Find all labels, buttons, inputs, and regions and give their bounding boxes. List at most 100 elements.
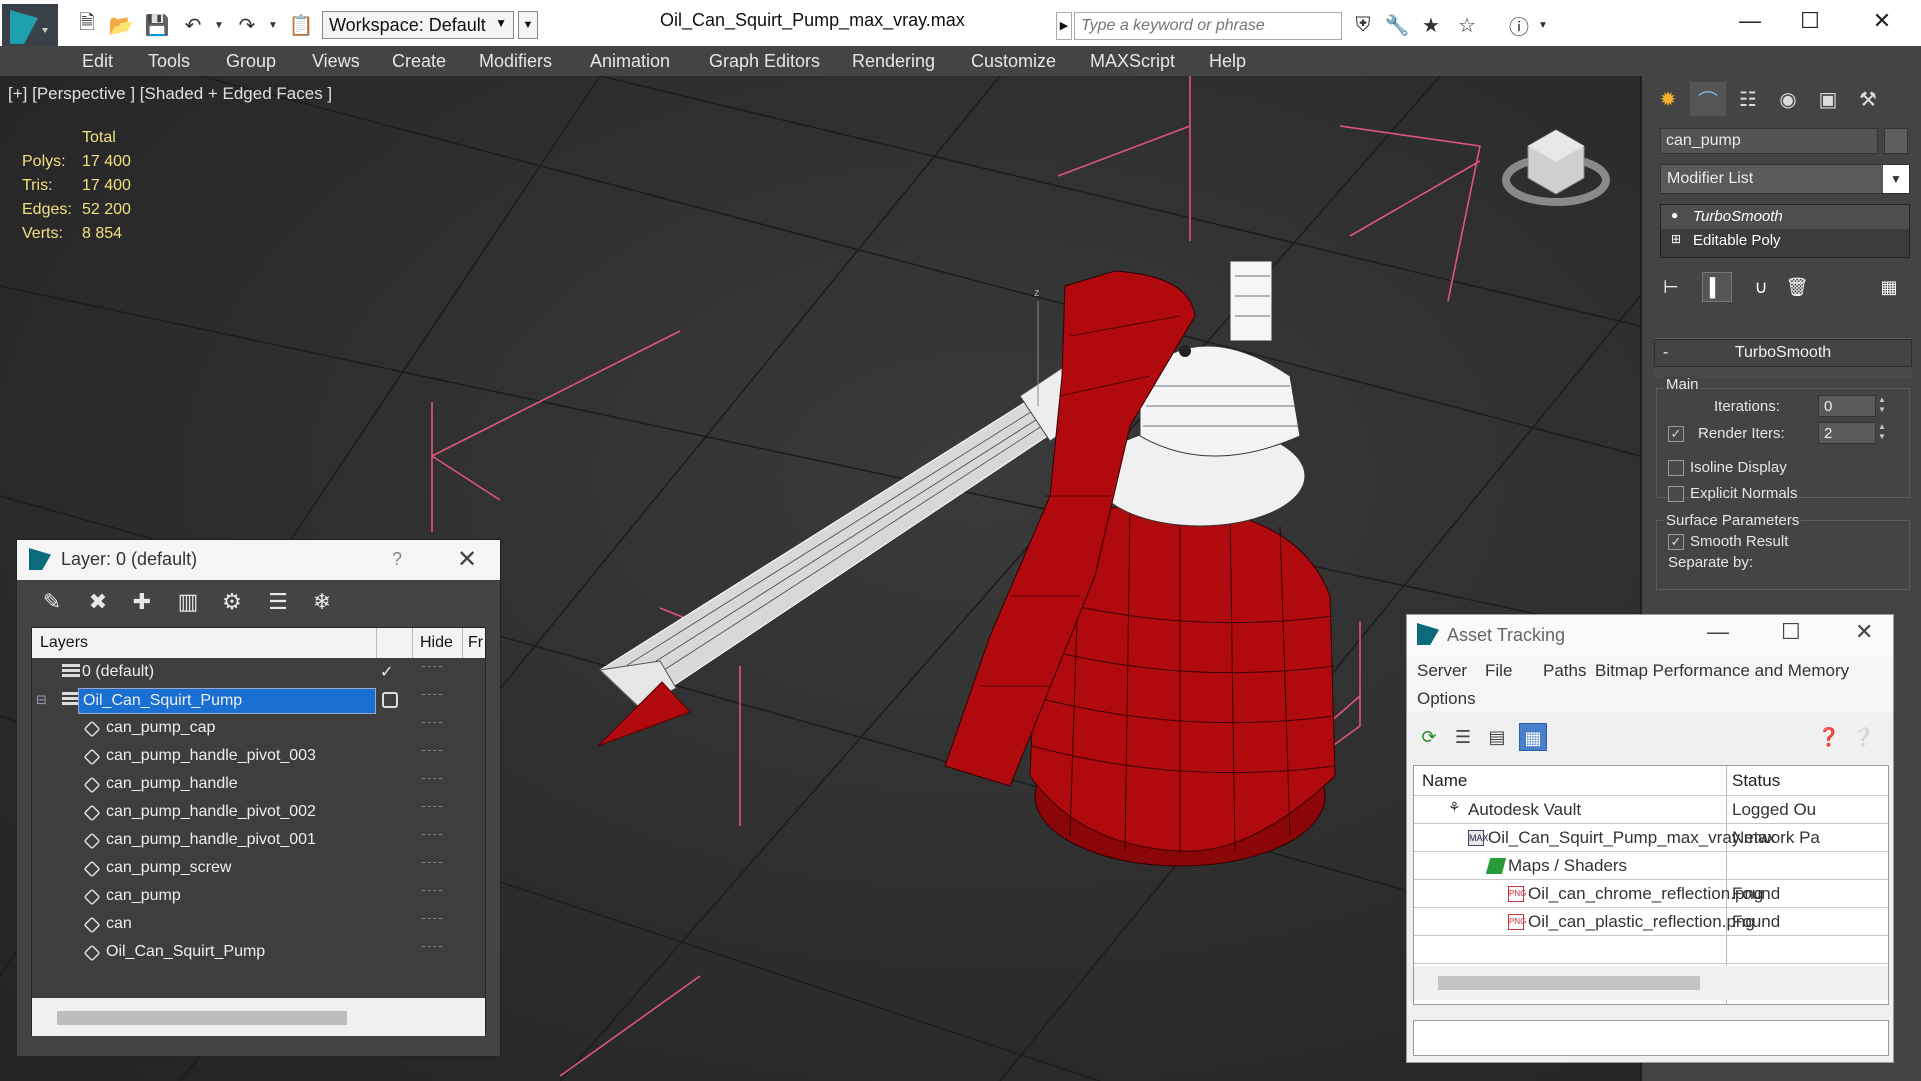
collapse-icon[interactable]: - [1663,344,1668,362]
search-input[interactable] [1074,12,1342,40]
smooth-result-checkbox[interactable]: ✓ [1668,534,1684,550]
menu-maxscript[interactable]: MAXScript [1090,51,1175,72]
object-row[interactable]: can_pump_handle_pivot_003 [32,743,485,771]
save-icon[interactable]: 💾 [144,12,170,38]
asset-tracking-titlebar[interactable]: Asset Tracking — ☐ ✕ [1407,615,1893,657]
spinner-arrows-icon[interactable]: ▲ ▼ [1878,422,1890,444]
minimize-button[interactable]: — [1730,8,1770,38]
stack-item-turbosmooth[interactable]: ● TurboSmooth [1661,205,1909,229]
remove-modifier-icon[interactable]: 🗑 [1782,272,1812,302]
object-row[interactable]: Oil_Can_Squirt_Pump [32,939,485,967]
object-row[interactable]: can_pump_cap [32,715,485,743]
display-tab-icon[interactable]: ▣ [1810,82,1846,116]
render-iters-checkbox[interactable]: ✓ [1668,426,1684,442]
modify-tab-icon[interactable]: ⌒ [1690,82,1726,116]
new-layer-icon[interactable]: ✎ [37,587,67,617]
close-icon[interactable]: ✕ [457,545,477,574]
menu-customize[interactable]: Customize [971,51,1056,72]
layer-explorer-titlebar[interactable]: Layer: 0 (default) ? ✕ [17,540,500,580]
help-icon[interactable]: ⓘ [1506,12,1532,39]
help-icon[interactable]: ❓ [1815,723,1843,751]
column-layers[interactable]: Layers [40,634,88,652]
hide-toggle[interactable] [422,750,442,753]
make-unique-icon[interactable]: ∪ [1746,272,1776,302]
communication-icon[interactable]: ★ [1418,12,1444,38]
hide-toggle[interactable] [422,694,442,697]
utilities-tab-icon[interactable]: ⚒ [1850,82,1886,116]
hide-toggle[interactable] [422,722,442,725]
asset-row[interactable]: MAX Oil_Can_Squirt_Pump_max_vray.max Net… [1414,824,1888,852]
menu-modifiers[interactable]: Modifiers [479,51,552,72]
stack-item-editable-poly[interactable]: ⊞ Editable Poly [1661,229,1909,253]
show-end-result-icon[interactable]: ▍ [1702,272,1732,302]
explicit-normals-checkbox[interactable] [1668,486,1684,502]
viewport-label[interactable]: [+] [Perspective ] [Shaded + Edged Faces… [8,84,332,104]
help-dropdown-icon[interactable]: ▼ [1530,12,1556,38]
highlight-selected-icon[interactable]: ⚙ [217,587,247,617]
horizontal-scrollbar-thumb[interactable] [57,1011,347,1025]
hide-toggle[interactable] [422,946,442,949]
render-iters-spinner[interactable] [1818,422,1876,444]
collapse-icon[interactable]: ⊟ [36,692,47,708]
help-button[interactable]: ? [392,549,402,570]
workspace-dropdown[interactable]: Workspace: Default ▼ [322,11,514,39]
horizontal-scrollbar-thumb[interactable] [1438,976,1700,990]
hide-all-icon[interactable]: ☰ [263,587,293,617]
object-row[interactable]: can_pump_handle [32,771,485,799]
hide-toggle[interactable] [422,666,442,669]
delete-layer-icon[interactable]: ✖ [83,587,113,617]
spinner-arrows-icon[interactable]: ▲ ▼ [1878,395,1890,417]
menu-group[interactable]: Group [226,51,276,72]
lightbulb-icon[interactable]: ● [1671,208,1678,222]
menu-graph-editors[interactable]: Graph Editors [709,51,820,72]
workspace-menu-button[interactable]: ▼ [518,11,538,39]
layer-row-default[interactable]: 0 (default) ✓ [32,659,485,687]
menu-create[interactable]: Create [392,51,446,72]
menu-animation[interactable]: Animation [590,51,670,72]
layer-row-oil-can-squirt-pump[interactable]: ⊟ Oil_Can_Squirt_Pump [32,687,485,715]
menu-paths[interactable]: Paths [1543,661,1586,681]
redo-dropdown-icon[interactable]: ▼ [260,12,286,38]
object-row[interactable]: can_pump [32,883,485,911]
freeze-all-icon[interactable]: ❄ [307,587,337,617]
menu-options[interactable]: Options [1417,689,1476,709]
hide-toggle[interactable] [422,834,442,837]
object-name-field[interactable] [1660,128,1878,154]
redo-icon[interactable]: ↷ [234,12,260,38]
configure-sets-icon[interactable]: ▦ [1874,272,1904,302]
table-view-icon[interactable]: ▦ [1519,723,1547,751]
maximize-icon[interactable]: ☐ [1781,619,1801,645]
new-file-icon[interactable]: 🗎 [74,12,100,38]
maximize-button[interactable]: ☐ [1790,8,1830,38]
create-tab-icon[interactable]: ✹ [1650,82,1686,116]
favorites-icon[interactable]: ☆ [1454,12,1480,38]
column-status[interactable]: Status [1732,771,1780,791]
menu-rendering[interactable]: Rendering [852,51,935,72]
motion-tab-icon[interactable]: ◉ [1770,82,1806,116]
object-row[interactable]: can_pump_handle_pivot_001 [32,827,485,855]
refresh-icon[interactable]: ⟳ [1415,723,1443,751]
about-icon[interactable]: ❔ [1849,723,1877,751]
menu-server[interactable]: Server [1417,661,1467,681]
select-objects-icon[interactable]: ▥ [173,587,203,617]
current-layer-check-icon[interactable]: ✓ [380,662,393,682]
layer-box-icon[interactable] [382,692,398,708]
pin-stack-icon[interactable]: ⊢ [1656,272,1686,302]
rollout-header[interactable]: - TurboSmooth [1654,339,1912,367]
column-name[interactable]: Name [1422,771,1467,791]
object-row[interactable]: can_pump_screw [32,855,485,883]
menu-help[interactable]: Help [1209,51,1246,72]
viewcube-icon[interactable] [1502,129,1610,206]
close-button[interactable]: ✕ [1862,8,1902,38]
undo-icon[interactable]: ↶ [180,12,206,38]
isoline-display-checkbox[interactable] [1668,460,1684,476]
thumbnail-view-icon[interactable]: ▤ [1483,723,1511,751]
minimize-icon[interactable]: — [1707,619,1729,645]
object-row[interactable]: can_pump_handle_pivot_002 [32,799,485,827]
menu-bitmap-performance[interactable]: Bitmap Performance and Memory [1595,661,1849,681]
object-color-swatch[interactable] [1884,128,1908,154]
menu-tools[interactable]: Tools [148,51,190,72]
hide-toggle[interactable] [422,806,442,809]
modifier-list-dropdown[interactable]: Modifier List ▼ [1660,164,1910,194]
menu-edit[interactable]: Edit [82,51,113,72]
